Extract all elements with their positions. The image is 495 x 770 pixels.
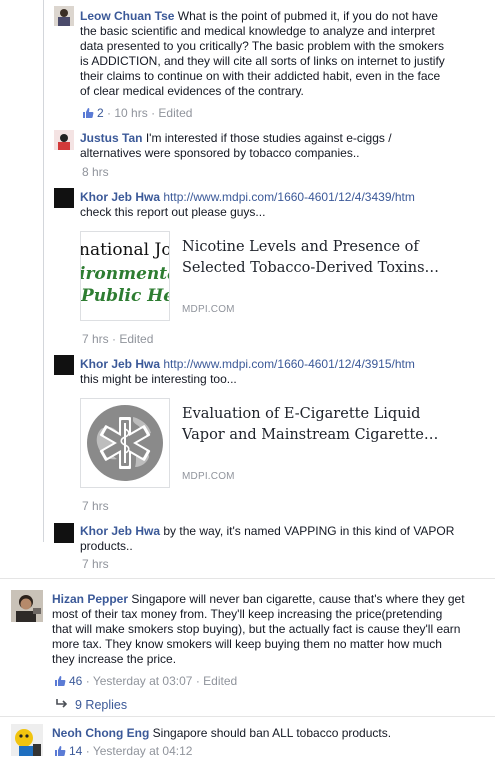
comment-neoh-chong-eng: Neoh Chong Eng Singapore should ban ALL … bbox=[52, 726, 492, 741]
link-preview-title[interactable]: Nicotine Levels and Presence of Selected… bbox=[182, 237, 442, 279]
comment-leow-chuan-tse: Leow Chuan Tse What is the point of pubm… bbox=[80, 9, 480, 99]
person-photo-icon bbox=[54, 6, 74, 26]
comment-hizan-pepper: Hizan Pepper Singapore will never ban ci… bbox=[52, 592, 492, 667]
meta-separator: · bbox=[151, 106, 156, 120]
comment-text-line: the basic scientific and medical knowled… bbox=[80, 24, 435, 38]
comment-text-line: products.. bbox=[80, 539, 133, 553]
like-count: 46 bbox=[69, 674, 83, 688]
comment-timestamp[interactable]: 8 hrs bbox=[82, 165, 109, 179]
comment-timestamp[interactable]: 10 hrs bbox=[114, 106, 147, 120]
avatar-hizan-pepper[interactable] bbox=[11, 590, 43, 622]
link-preview-title-line: Nicotine Levels and Presence of bbox=[182, 239, 419, 255]
comment-meta: 14 · Yesterday at 04:12 bbox=[54, 744, 192, 758]
comment-text-line: alternatives were sponsored by tobacco c… bbox=[80, 146, 360, 160]
comment-text-line: their claims to continue on with their a… bbox=[80, 69, 441, 83]
thumbs-up-icon bbox=[55, 676, 66, 686]
comment-author[interactable]: Khor Jeb Hwa bbox=[80, 190, 160, 204]
comment-justus-tan: Justus Tan I'm interested if those studi… bbox=[80, 131, 480, 161]
replies-count: 9 Replies bbox=[75, 698, 128, 712]
comment-text-line: that will make smokers stop buying), but… bbox=[52, 622, 461, 636]
edited-link[interactable]: Edited bbox=[203, 674, 237, 688]
comment-author[interactable]: Neoh Chong Eng bbox=[52, 726, 149, 740]
edited-link[interactable]: Edited bbox=[158, 106, 192, 120]
comment-text-line: by the way, it's named VAPPING in this k… bbox=[163, 524, 455, 538]
comment-meta: 7 hrs bbox=[82, 499, 109, 513]
medical-globe-icon bbox=[81, 399, 169, 487]
meta-separator: · bbox=[112, 332, 117, 346]
comment-text: Singapore should ban ALL tobacco product… bbox=[152, 726, 392, 740]
link-preview-title-line: Selected Tobacco-Derived Toxins… bbox=[182, 260, 440, 276]
link-preview-title-line: Vapor and Mainstream Cigarette… bbox=[182, 427, 439, 443]
comment-meta: 7 hrs bbox=[82, 557, 109, 571]
comment-timestamp[interactable]: 7 hrs bbox=[82, 332, 109, 346]
view-replies-link[interactable]: 9 Replies bbox=[55, 698, 127, 712]
comment-timestamp[interactable]: 7 hrs bbox=[82, 499, 109, 513]
comment-khor-jeb-hwa-2: Khor Jeb Hwa http://www.mdpi.com/1660-46… bbox=[80, 357, 490, 387]
link-preview-title-line: Evaluation of E-Cigarette Liquid bbox=[182, 406, 421, 422]
comment-link[interactable]: http://www.mdpi.com/1660-4601/12/4/3439/… bbox=[163, 190, 414, 204]
link-preview-image bbox=[80, 398, 170, 488]
comment-timestamp[interactable]: Yesterday at 03:07 bbox=[93, 674, 193, 688]
comment-meta: 46 · Yesterday at 03:07 · Edited bbox=[54, 674, 237, 688]
avatar-khor-jeb-hwa[interactable] bbox=[54, 355, 74, 375]
avatar-neoh-chong-eng[interactable] bbox=[11, 724, 43, 756]
avatar-khor-jeb-hwa[interactable] bbox=[54, 523, 74, 543]
comment-text: this might be interesting too... bbox=[80, 372, 237, 386]
comment-text-line: more tax. They know smokers will keep bu… bbox=[52, 637, 442, 651]
person-photo-icon bbox=[54, 130, 74, 150]
person-photo-icon bbox=[11, 590, 43, 622]
journal-cover-text: Public Hea bbox=[81, 286, 169, 306]
comment-text-line: they increase the price. bbox=[52, 652, 177, 666]
like-count: 14 bbox=[69, 744, 83, 758]
comment-author[interactable]: Khor Jeb Hwa bbox=[80, 357, 160, 371]
comment-meta: 8 hrs bbox=[82, 165, 109, 179]
comment-timestamp[interactable]: Yesterday at 04:12 bbox=[93, 744, 193, 758]
comment-text-line: data presented to you critically? The ba… bbox=[80, 39, 444, 53]
comment-author[interactable]: Leow Chuan Tse bbox=[80, 9, 174, 23]
comment-meta: 7 hrs · Edited bbox=[82, 332, 153, 346]
comment-divider bbox=[0, 578, 495, 579]
link-preview-domain: MDPI.COM bbox=[182, 304, 235, 315]
avatar-leow-chuan-tse[interactable] bbox=[54, 6, 74, 26]
comment-text-line: What is the point of pubmed it, if you d… bbox=[177, 9, 438, 23]
meta-separator: · bbox=[85, 744, 90, 758]
comment-link[interactable]: http://www.mdpi.com/1660-4601/12/4/3915/… bbox=[163, 357, 414, 371]
like-button[interactable]: 2 bbox=[82, 106, 107, 120]
reply-arrow-icon bbox=[56, 699, 68, 708]
comment-author[interactable]: Hizan Pepper bbox=[52, 592, 128, 606]
comment-text-line: I'm interested if those studies against … bbox=[145, 131, 392, 145]
comment-text-line: is ADDICTION, and they will cite all sor… bbox=[80, 54, 445, 68]
comment-timestamp[interactable]: 7 hrs bbox=[82, 557, 109, 571]
comment-divider bbox=[0, 716, 495, 717]
comment-khor-jeb-hwa-1: Khor Jeb Hwa http://www.mdpi.com/1660-46… bbox=[80, 190, 490, 220]
comment-text-line: most of their tax money from. They'll ke… bbox=[52, 607, 443, 621]
like-button[interactable]: 14 bbox=[54, 744, 86, 758]
like-count: 2 bbox=[97, 106, 104, 120]
link-preview-image: national Jou ironmental Public Hea bbox=[80, 231, 170, 321]
like-button[interactable]: 46 bbox=[54, 674, 86, 688]
comment-text-line: Singapore will never ban cigarette, caus… bbox=[131, 592, 465, 606]
link-preview-card[interactable]: Evaluation of E-Cigarette Liquid Vapor a… bbox=[80, 398, 440, 488]
reply-thread-line bbox=[43, 0, 44, 542]
thumbs-up-icon bbox=[55, 746, 66, 756]
comment-text: check this report out please guys... bbox=[80, 205, 266, 219]
journal-cover-text: national Jou bbox=[80, 240, 169, 260]
meta-separator: · bbox=[195, 674, 200, 688]
journal-cover-text: ironmental bbox=[80, 264, 169, 284]
comment-author[interactable]: Khor Jeb Hwa bbox=[80, 524, 160, 538]
thumbs-up-icon bbox=[83, 108, 94, 118]
link-preview-card[interactable]: national Jou ironmental Public Hea Nicot… bbox=[80, 231, 440, 321]
comment-text-line: of clear medical evidences of the contra… bbox=[80, 84, 304, 98]
meta-separator: · bbox=[107, 106, 112, 120]
meta-separator: · bbox=[85, 674, 90, 688]
link-preview-title[interactable]: Evaluation of E-Cigarette Liquid Vapor a… bbox=[182, 404, 442, 446]
comment-author[interactable]: Justus Tan bbox=[80, 131, 142, 145]
cartoon-avatar-icon bbox=[11, 724, 43, 756]
edited-link[interactable]: Edited bbox=[119, 332, 153, 346]
comment-meta: 2 · 10 hrs · Edited bbox=[82, 106, 192, 120]
avatar-khor-jeb-hwa[interactable] bbox=[54, 188, 74, 208]
comment-khor-jeb-hwa-3: Khor Jeb Hwa by the way, it's named VAPP… bbox=[80, 524, 490, 554]
link-preview-domain: MDPI.COM bbox=[182, 471, 235, 482]
avatar-justus-tan[interactable] bbox=[54, 130, 74, 150]
